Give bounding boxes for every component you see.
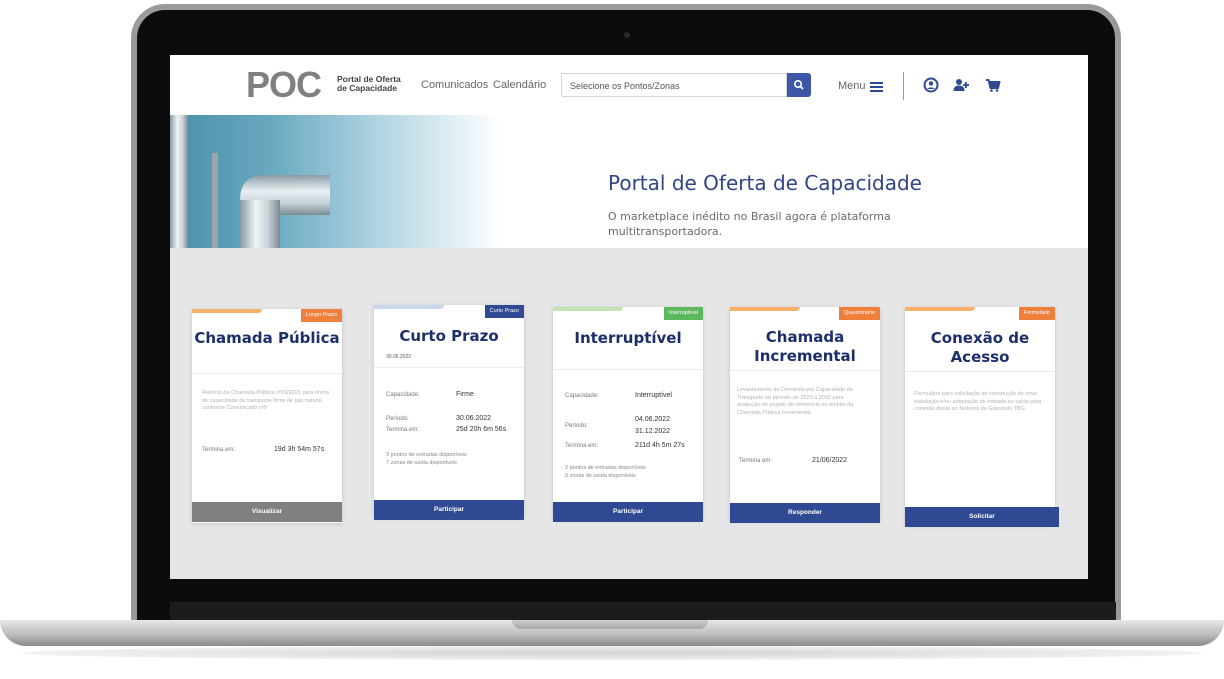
camera-icon: [624, 32, 630, 38]
card-description: Reinício da Chamada Pública nº03/2021 pa…: [202, 390, 330, 411]
period-value: 30.06.2022: [456, 415, 492, 422]
card-badge: Formulário: [1018, 307, 1055, 320]
hamburger-icon[interactable]: [870, 82, 883, 92]
card-title: Conexão de Acesso: [930, 329, 1030, 366]
card-divider: [374, 367, 524, 368]
logo-subtitle: Portal de Oferta de Capacidade: [337, 74, 401, 93]
participar-button[interactable]: Participar: [553, 502, 703, 522]
user-icon[interactable]: [922, 76, 940, 94]
hero-title: Portal de Oferta de Capacidade: [608, 171, 922, 195]
menu-label[interactable]: Menu: [838, 80, 866, 92]
card-badge: Longo Prazo: [300, 309, 342, 322]
screen: POC Portal de Oferta de Capacidade Comun…: [170, 55, 1088, 579]
card-description: Formulário para solicitação de construçã…: [914, 391, 1042, 412]
pipes-illustration: [170, 115, 330, 248]
period-start: 04.06.2022: [635, 416, 671, 423]
entries-note: 2 pontos de entradas disponíveis: [565, 465, 646, 471]
card-title: Curto Prazo: [399, 327, 499, 345]
capacity-label: Capacidade:: [386, 392, 420, 398]
solicitar-button[interactable]: Solicitar: [905, 507, 1059, 527]
ends-value: 25d 20h 6m 56s: [456, 426, 507, 433]
search-button[interactable]: [787, 73, 811, 97]
card-accent: [192, 309, 262, 313]
navbar: POC Portal de Oferta de Capacidade Comun…: [170, 55, 1088, 115]
card-chamada-incremental: Questionário Chamada Incremental Levanta…: [730, 307, 880, 523]
card-description: Levantamento de Demanda por Capacidade d…: [737, 387, 854, 416]
card-accent: [730, 307, 800, 311]
capacity-label: Capacidade:: [565, 393, 599, 399]
card-interruptivel: Interruptível Interruptível Capacidade: …: [553, 307, 703, 522]
card-divider: [730, 370, 880, 371]
card-badge: Curto Prazo: [484, 305, 524, 318]
card-accent: [374, 305, 444, 309]
entries-note: 3 pontos de entradas disponíveis: [386, 452, 467, 458]
card-badge: Interruptível: [663, 307, 703, 320]
period-label: Período:: [565, 423, 588, 429]
ends-value: 21/06/2022: [812, 457, 848, 464]
laptop-shadow: [20, 646, 1204, 660]
nav-link-calendario[interactable]: Calendário: [493, 79, 546, 91]
card-title: Chamada Pública: [194, 329, 340, 347]
card-curto-prazo: Curto Prazo Curto Prazo 30.06.2022 Capac…: [374, 305, 524, 520]
period-label: Período:: [386, 416, 409, 422]
capacity-value: Interruptível: [635, 392, 672, 399]
card-divider: [905, 371, 1055, 372]
cart-icon[interactable]: [984, 76, 1002, 94]
card-badge: Questionário: [838, 307, 880, 320]
card-divider: [192, 373, 342, 374]
search-input[interactable]: Selecione os Pontos/Zonas: [561, 73, 787, 97]
card-accent: [905, 307, 975, 311]
card-chamada-publica: Longo Prazo Chamada Pública Reinício da …: [192, 309, 342, 523]
period-end: 31.12.2022: [635, 428, 671, 435]
laptop-notch: [512, 620, 708, 629]
nav-divider: [903, 72, 904, 100]
logo[interactable]: POC: [246, 66, 322, 104]
ends-label: Termina em:: [739, 458, 773, 464]
ends-value: 19d 3h 54m 57s: [274, 446, 325, 453]
capacity-value: Firme: [456, 391, 474, 398]
card-date: 30.06.2022: [386, 354, 412, 360]
ends-value: 211d 4h 5m 27s: [635, 442, 685, 449]
exits-note: 9 zonas de saída disponíveis: [565, 473, 636, 479]
add-user-icon[interactable]: [952, 76, 970, 94]
hero-banner: Portal de Oferta de Capacidade O marketp…: [170, 115, 1088, 248]
participar-button[interactable]: Participar: [374, 500, 524, 520]
laptop-chin: [170, 602, 1116, 620]
card-accent: [553, 307, 623, 311]
ends-label: Termina em:: [386, 427, 420, 433]
card-divider: [553, 369, 703, 370]
nav-link-comunicados[interactable]: Comunicados: [421, 79, 488, 91]
responder-button[interactable]: Responder: [730, 503, 880, 523]
card-title: Interruptível: [574, 329, 682, 347]
ends-label: Termina em:: [565, 443, 599, 449]
hero-image: [170, 115, 500, 248]
card-title: Chamada Incremental: [754, 328, 856, 365]
ends-label: Termina em:: [202, 447, 236, 453]
visualizar-button[interactable]: Visualizar: [192, 502, 342, 522]
card-conexao-acesso: Formulário Conexão de Acesso Formulário …: [905, 307, 1059, 527]
search-icon: [794, 80, 804, 90]
hero-subtitle: O marketplace inédito no Brasil agora é …: [608, 210, 891, 238]
exits-note: 7 zonas de saída disponíveis: [386, 460, 457, 466]
